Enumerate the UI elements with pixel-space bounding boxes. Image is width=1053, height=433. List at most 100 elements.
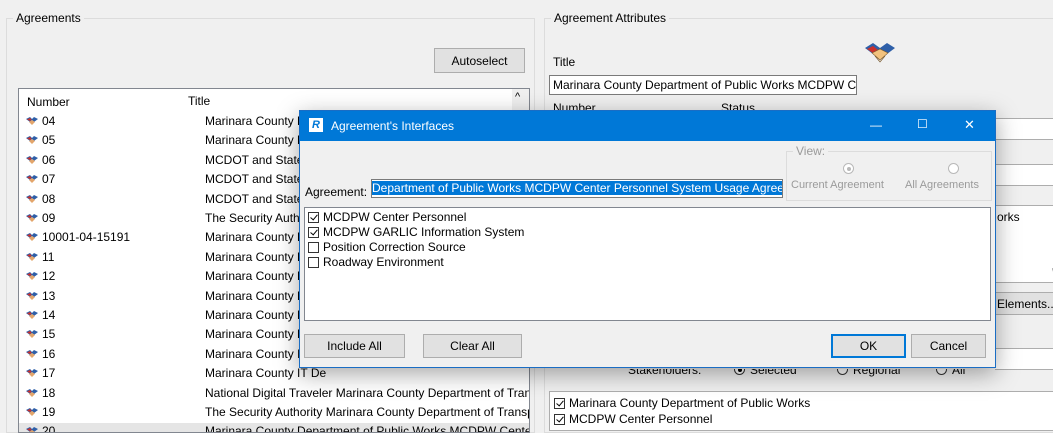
checkbox[interactable] <box>308 242 319 253</box>
app-icon: R <box>309 118 323 132</box>
handshake-icon <box>25 327 42 341</box>
table-row[interactable]: 20 Marinara County Department of Public W… <box>19 423 530 433</box>
interface-items: MCDPW Center Personnel MCDPW GARLIC Infor… <box>308 210 524 270</box>
row-number-text: 11 <box>42 249 55 264</box>
radio-current-agreement[interactable] <box>843 163 854 174</box>
row-number-text: 15 <box>42 327 56 342</box>
autoselect-button[interactable]: Autoselect <box>434 48 525 73</box>
column-header-title[interactable]: Title <box>188 94 210 108</box>
row-number-text: 20 <box>42 424 56 433</box>
handshake-icon <box>25 366 42 380</box>
agreement-interfaces-dialog: R Agreement's Interfaces — ☐ ✕ Agreement… <box>299 110 996 368</box>
checkbox[interactable] <box>308 257 319 268</box>
stakeholder-items: Marinara County Department of Public Wor… <box>554 395 810 427</box>
attribute-combo-2[interactable]: ∨ <box>995 164 1053 186</box>
radio-selected[interactable] <box>734 369 745 375</box>
row-number: 16 <box>25 346 55 363</box>
handshake-icon <box>25 289 42 303</box>
agreement-field[interactable]: Department of Public Works MCDPW Center … <box>371 179 783 198</box>
row-number: 20 <box>25 423 56 433</box>
handshake-icon <box>25 230 42 244</box>
row-number: 17 <box>25 365 55 382</box>
scroll-up-icon[interactable]: ^ <box>515 91 520 103</box>
row-number-text: 09 <box>42 211 56 225</box>
checklist-item[interactable]: Position Correction Source <box>308 240 524 255</box>
row-number-text: 19 <box>42 405 56 419</box>
title-label: Title <box>553 55 576 69</box>
row-number: 13 <box>25 288 55 305</box>
attribute-combo-3[interactable]: ∨ <box>995 348 1053 370</box>
row-number-text: 14 <box>42 308 56 322</box>
row-number-text: 04 <box>42 114 56 128</box>
agreement-attributes-label: Agreement Attributes <box>554 11 667 25</box>
checkbox[interactable] <box>308 227 319 238</box>
row-number-text: 12 <box>42 269 56 284</box>
checklist-item-label: Marinara County Department of Public Wor… <box>569 396 811 410</box>
checklist-item-label: MCDPW Center Personnel <box>569 412 713 426</box>
stakeholder-checklist[interactable]: Marinara County Department of Public Wor… <box>549 391 1053 431</box>
include-all-button[interactable]: Include All <box>304 334 405 358</box>
table-row[interactable]: 19 The Security Authority Marinara County… <box>19 404 529 421</box>
handshake-icon <box>865 43 895 63</box>
stakeholder-list-partial: orks <box>997 210 1020 224</box>
checklist-item-label: MCDPW GARLIC Information System <box>323 225 525 239</box>
elements-button[interactable]: Elements... <box>995 292 1053 315</box>
cancel-button[interactable]: Cancel <box>911 334 986 358</box>
checklist-item[interactable]: MCDPW Center Personnel <box>308 210 524 225</box>
handshake-icon <box>25 114 42 128</box>
checklist-item[interactable]: Roadway Environment <box>308 255 524 270</box>
checkbox[interactable] <box>554 414 565 425</box>
checklist-item[interactable]: MCDPW Center Personnel <box>554 411 810 427</box>
row-number: 09 <box>25 210 55 227</box>
row-number: 05 <box>25 132 55 149</box>
row-number: 15 <box>25 326 55 343</box>
stakeholders-filter: Stakeholders: Selected Regional All <box>553 369 993 381</box>
stakeholders-label: Stakeholders: <box>628 369 702 377</box>
table-row[interactable]: 18 National Digital Traveler Marinara Cou… <box>19 385 529 402</box>
radio-all-label: All <box>952 369 966 377</box>
dialog-title-bar[interactable]: R Agreement's Interfaces — ☐ ✕ <box>300 111 995 141</box>
checklist-item-label: MCDPW Center Personnel <box>323 210 467 224</box>
handshake-icon <box>25 192 42 206</box>
checklist-item[interactable]: MCDPW GARLIC Information System <box>308 225 524 240</box>
minimize-icon[interactable]: — <box>870 118 882 132</box>
row-number: 18 <box>25 385 55 402</box>
row-number: 06 <box>25 152 55 169</box>
row-number-text: 18 <box>42 385 56 400</box>
row-number: 12 <box>25 268 55 285</box>
attribute-combo-1[interactable]: ∨ <box>995 118 1053 140</box>
row-number-text: 13 <box>42 288 56 303</box>
title-field[interactable]: Marinara County Department of Public Wor… <box>549 75 857 95</box>
checklist-item-label: Position Correction Source <box>323 240 466 254</box>
row-number: 19 <box>25 404 55 421</box>
handshake-icon <box>25 153 42 167</box>
stakeholder-list[interactable]: orks ^ ∨ <box>995 205 1053 283</box>
row-number: 07 <box>25 171 55 188</box>
close-icon[interactable]: ✕ <box>964 117 975 133</box>
checkbox[interactable] <box>308 212 319 223</box>
ok-button[interactable]: OK <box>831 334 906 358</box>
maximize-icon[interactable]: ☐ <box>917 117 928 131</box>
agreements-group-label: Agreements <box>16 11 81 25</box>
view-group: View: <box>786 144 992 201</box>
row-number-text: 05 <box>42 133 56 148</box>
checkbox[interactable] <box>554 398 565 409</box>
clear-all-button[interactable]: Clear All <box>423 334 522 358</box>
agreement-label: Agreement: <box>305 185 368 199</box>
column-header-number[interactable]: Number <box>27 95 70 109</box>
checklist-item-label: Roadway Environment <box>323 255 444 269</box>
handshake-icon <box>25 250 42 264</box>
handshake-icon <box>25 405 42 419</box>
row-number-text: 17 <box>42 366 56 381</box>
row-number-text: 10001-04-15191 <box>42 230 131 245</box>
interfaces-checklist[interactable]: MCDPW Center Personnel MCDPW GARLIC Infor… <box>304 207 991 321</box>
row-number-text: 07 <box>42 172 56 187</box>
radio-current-agreement-label: Current Agreement <box>791 179 884 191</box>
radio-regional[interactable] <box>837 369 848 375</box>
row-title: Marinara County Department of Public Wor… <box>205 424 530 433</box>
checklist-item[interactable]: Marinara County Department of Public Wor… <box>554 395 810 411</box>
radio-all-agreements[interactable] <box>948 163 959 174</box>
row-number: 11 <box>25 249 54 266</box>
radio-regional-label: Regional <box>853 369 901 377</box>
radio-all[interactable] <box>936 369 947 375</box>
